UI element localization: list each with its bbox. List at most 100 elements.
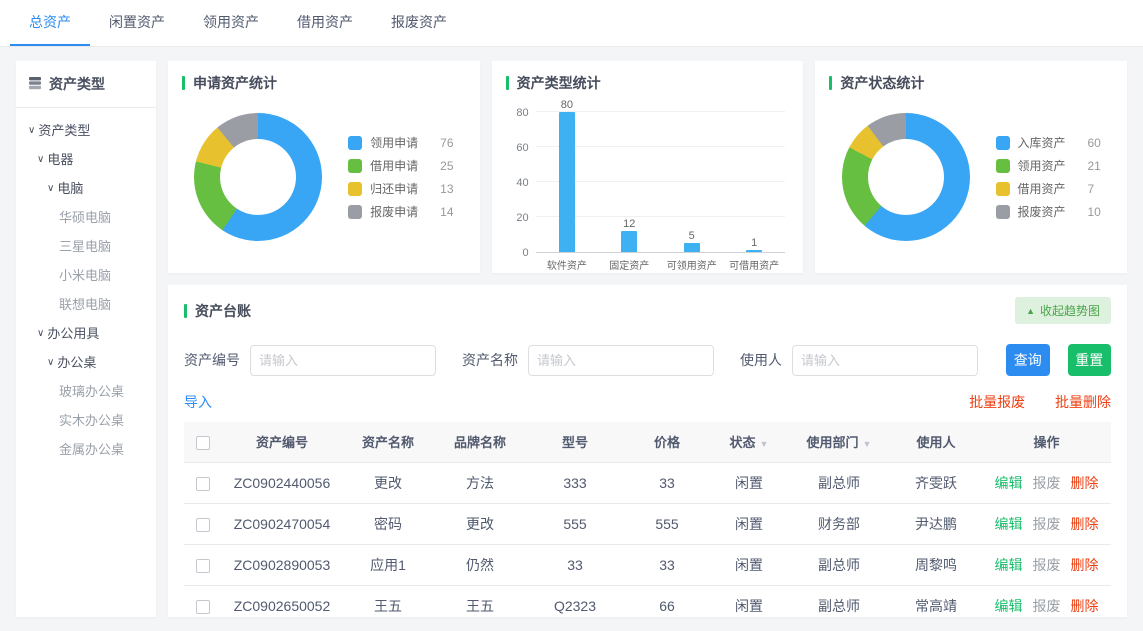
search-input-2[interactable] <box>792 345 978 376</box>
tab-0[interactable]: 总资产 <box>10 0 90 46</box>
tree-item[interactable]: 实木办公桌 <box>16 406 156 435</box>
legend-value: 10 <box>1088 205 1101 219</box>
bar[interactable] <box>559 112 575 252</box>
title-mark <box>184 304 187 318</box>
cell-user: 常高靖 <box>890 585 982 617</box>
ledger-title: 资产台账 <box>184 301 251 321</box>
edit-link[interactable]: 编辑 <box>995 475 1023 491</box>
cell-status: 闲置 <box>710 503 788 544</box>
batch-delete-link[interactable]: 批量删除 <box>1055 394 1111 410</box>
tree-item-label: 金属办公桌 <box>59 435 124 464</box>
tree-item[interactable]: ∨电脑 <box>16 174 156 203</box>
cell-code: ZC0902440056 <box>222 462 342 503</box>
collapse-trend-button[interactable]: ▲ 收起趋势图 <box>1015 297 1111 324</box>
query-button[interactable]: 查询 <box>1006 344 1050 376</box>
legend-item[interactable]: 领用资产21 <box>996 154 1101 177</box>
legend-item[interactable]: 入库资产60 <box>996 131 1101 154</box>
edit-link[interactable]: 编辑 <box>995 516 1023 532</box>
type-stats-title-text: 资产类型统计 <box>517 73 601 93</box>
filter-icon[interactable]: ▼ <box>760 439 769 449</box>
tree-item[interactable]: 三星电脑 <box>16 232 156 261</box>
filter-icon[interactable]: ▼ <box>863 439 872 449</box>
sidebar-title: 资产类型 <box>49 74 105 94</box>
delete-link[interactable]: 删除 <box>1071 475 1099 491</box>
cell-brand: 仍然 <box>434 544 526 585</box>
tree-item[interactable]: 华硕电脑 <box>16 203 156 232</box>
scrap-link[interactable]: 报废 <box>1033 557 1061 573</box>
scrap-link[interactable]: 报废 <box>1033 598 1061 614</box>
edit-link[interactable]: 编辑 <box>995 598 1023 614</box>
legend-swatch <box>996 159 1010 173</box>
tab-3[interactable]: 借用资产 <box>278 0 372 46</box>
bar[interactable] <box>684 243 700 252</box>
legend-item[interactable]: 报废资产10 <box>996 200 1101 223</box>
delete-link[interactable]: 删除 <box>1071 598 1099 614</box>
tree-item[interactable]: 联想电脑 <box>16 290 156 319</box>
row-checkbox[interactable] <box>196 477 210 491</box>
search-input-0[interactable] <box>250 345 436 376</box>
legend-item[interactable]: 报废申请14 <box>348 200 453 223</box>
tree-item[interactable]: ∨办公用具 <box>16 319 156 348</box>
ledger-title-text: 资产台账 <box>195 301 251 321</box>
tree-item-label: 小米电脑 <box>59 261 111 290</box>
legend-item[interactable]: 领用申请76 <box>348 131 453 154</box>
legend-value: 7 <box>1088 182 1095 196</box>
delete-link[interactable]: 删除 <box>1071 557 1099 573</box>
tab-1[interactable]: 闲置资产 <box>90 0 184 46</box>
legend-swatch <box>348 159 362 173</box>
import-link[interactable]: 导入 <box>184 392 212 412</box>
legend-label: 借用资产 <box>1018 180 1076 197</box>
apply-donut-chart[interactable] <box>194 113 322 241</box>
tab-4[interactable]: 报废资产 <box>372 0 466 46</box>
bar-yaxis: 020406080 <box>506 113 536 253</box>
tab-2[interactable]: 领用资产 <box>184 0 278 46</box>
search-input-1[interactable] <box>528 345 714 376</box>
row-checkbox[interactable] <box>196 518 210 532</box>
legend-item[interactable]: 借用申请25 <box>348 154 453 177</box>
tree-item[interactable]: 小米电脑 <box>16 261 156 290</box>
select-all-checkbox[interactable] <box>196 436 210 450</box>
asset-table-body: ZC0902440056更改方法33333闲置副总师齐雯跃编辑报废删除ZC090… <box>184 462 1111 617</box>
legend-swatch <box>348 182 362 196</box>
caret-down-icon: ∨ <box>28 116 35 145</box>
status-legend: 入库资产60领用资产21 借用资产 7 报废资产10 <box>996 131 1101 223</box>
delete-link[interactable]: 删除 <box>1071 516 1099 532</box>
row-checkbox[interactable] <box>196 600 210 614</box>
search-row: 资产编号资产名称使用人查询重置 <box>184 344 1111 376</box>
status-donut-chart[interactable] <box>842 113 970 241</box>
sidebar: 资产类型 ∨资产类型∨电器∨电脑华硕电脑三星电脑小米电脑联想电脑∨办公用具∨办公… <box>16 61 156 617</box>
cell-code: ZC0902650052 <box>222 585 342 617</box>
bar-slot: 12 <box>598 218 660 252</box>
legend-label: 领用申请 <box>370 134 428 151</box>
column-header: 型号 <box>526 422 624 462</box>
bar[interactable] <box>746 250 762 252</box>
legend-label: 报废申请 <box>370 203 428 220</box>
tree-item[interactable]: ∨办公桌 <box>16 348 156 377</box>
danger-links: 批量报废 批量删除 <box>943 392 1111 412</box>
batch-scrap-link[interactable]: 批量报废 <box>969 394 1025 410</box>
reset-button[interactable]: 重置 <box>1068 344 1112 376</box>
tree-item[interactable]: ∨电器 <box>16 145 156 174</box>
bar-value: 12 <box>623 218 635 230</box>
row-checkbox[interactable] <box>196 559 210 573</box>
tree-item-label: 三星电脑 <box>59 232 111 261</box>
tree-item[interactable]: 金属办公桌 <box>16 435 156 464</box>
title-mark <box>182 76 185 90</box>
cell-code: ZC0902470054 <box>222 503 342 544</box>
cell-dept: 副总师 <box>788 544 890 585</box>
legend-item[interactable]: 借用资产 7 <box>996 177 1101 200</box>
bar[interactable] <box>621 231 637 252</box>
legend-item[interactable]: 归还申请13 <box>348 177 453 200</box>
tree-item[interactable]: 玻璃办公桌 <box>16 377 156 406</box>
edit-link[interactable]: 编辑 <box>995 557 1023 573</box>
y-tick-label: 80 <box>516 107 528 119</box>
panel-status-stats: 资产状态统计 入库资产60领用资产21借用资产7报废资产10 <box>815 61 1127 273</box>
x-tick-label: 可借用资产 <box>723 257 785 272</box>
column-header: 价格 <box>624 422 710 462</box>
legend-swatch <box>348 136 362 150</box>
search-group: 资产名称 <box>462 345 714 376</box>
tree-item[interactable]: ∨资产类型 <box>16 116 156 145</box>
scrap-link[interactable]: 报废 <box>1033 475 1061 491</box>
cell-status: 闲置 <box>710 462 788 503</box>
scrap-link[interactable]: 报废 <box>1033 516 1061 532</box>
